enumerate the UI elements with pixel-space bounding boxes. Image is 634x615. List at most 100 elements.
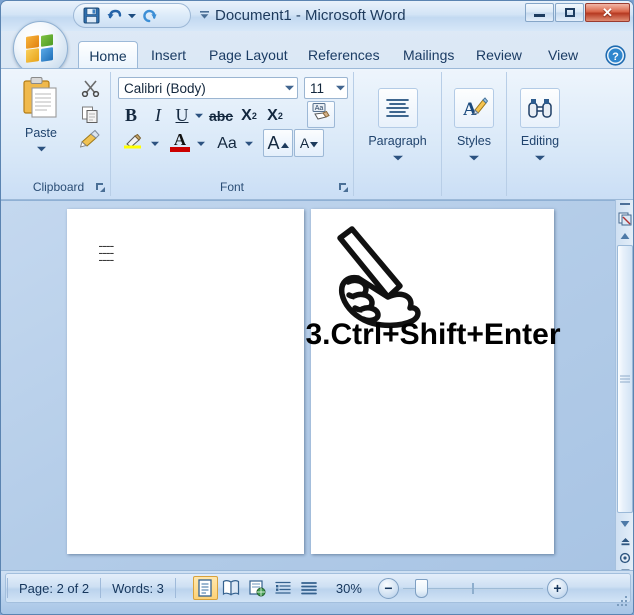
font-color-dropdown-icon[interactable]: [195, 131, 207, 156]
zoom-level-label[interactable]: 30%: [336, 581, 372, 596]
italic-button[interactable]: I: [147, 103, 169, 128]
undo-dropdown-icon[interactable]: [127, 6, 137, 26]
view-outline-button[interactable]: [271, 576, 296, 600]
zoom-out-button[interactable]: −: [378, 578, 399, 599]
font-size-input[interactable]: 11: [304, 77, 348, 99]
paragraph-lines-icon: [378, 88, 418, 128]
highlight-dropdown-icon[interactable]: [149, 131, 161, 156]
view-full-screen-reading-button[interactable]: [219, 576, 244, 600]
shrink-font-button[interactable]: A: [294, 129, 324, 157]
bold-label: B: [125, 105, 137, 126]
text-highlight-button[interactable]: [119, 131, 147, 156]
editing-label: Editing: [521, 134, 559, 148]
superscript-button[interactable]: X2: [263, 103, 287, 128]
view-buttons: [193, 576, 322, 600]
scroll-up-button[interactable]: [617, 228, 633, 244]
status-bar-inner: Page: 2 of 2 Words: 3: [5, 573, 631, 603]
page-indicator[interactable]: Page: 2 of 2: [9, 581, 99, 596]
scrollbar-thumb[interactable]: [617, 245, 633, 513]
clipboard-dialog-launcher[interactable]: [94, 181, 106, 193]
help-icon[interactable]: ?: [605, 45, 626, 66]
document-canvas[interactable]: ▬▬▬▬ ▬▬▬▬ ▬▬▬▬: [1, 200, 634, 572]
zoom-slider-thumb[interactable]: [415, 579, 428, 598]
styles-a-pencil-icon: A: [454, 88, 494, 128]
undo-icon[interactable]: [104, 6, 125, 26]
status-divider: [7, 578, 8, 598]
styles-button[interactable]: A Styles: [442, 76, 506, 166]
underline-dropdown-icon[interactable]: [193, 103, 205, 128]
zoom-slider-track[interactable]: [403, 578, 543, 599]
change-case-dropdown-icon[interactable]: [243, 131, 255, 156]
circle-browse-icon: [619, 552, 631, 564]
tab-mailings[interactable]: Mailings: [394, 41, 463, 69]
font-name-value: Calibri (Body): [124, 81, 206, 96]
binoculars-icon: [520, 88, 560, 128]
triangle-up-icon: [620, 232, 630, 240]
clear-formatting-icon: Aa: [311, 102, 331, 127]
vertical-scrollbar[interactable]: [615, 200, 633, 572]
strikethrough-label: abc: [209, 108, 233, 124]
scroll-down-button[interactable]: [617, 516, 633, 532]
paste-label: Paste: [25, 126, 57, 140]
close-button[interactable]: ✕: [585, 3, 630, 22]
tab-references[interactable]: References: [299, 41, 389, 69]
underline-button[interactable]: U: [171, 103, 193, 128]
bold-button[interactable]: B: [119, 103, 143, 128]
triangle-down-icon: [620, 520, 630, 528]
paragraph-label: Paragraph: [368, 134, 426, 148]
paragraph-button[interactable]: Paragraph: [354, 76, 441, 166]
copy-icon: [81, 105, 100, 129]
strikethrough-button[interactable]: abc: [208, 103, 234, 128]
change-case-button[interactable]: Aa: [212, 131, 242, 156]
cut-button[interactable]: [77, 78, 103, 102]
title-bar: Document1 - Microsoft Word ✕: [1, 1, 634, 31]
grow-font-button[interactable]: A: [263, 129, 293, 157]
tab-page-layout[interactable]: Page Layout: [200, 41, 297, 69]
minimize-button[interactable]: [525, 3, 554, 22]
editing-button[interactable]: Editing: [507, 76, 573, 166]
format-painter-button[interactable]: [77, 129, 103, 153]
triangle-up-icon: [281, 133, 289, 154]
status-bar: Page: 2 of 2 Words: 3: [1, 570, 634, 614]
tiny-line-1: ▬▬▬▬: [99, 243, 114, 250]
select-browse-object-icon[interactable]: [617, 209, 633, 227]
save-icon[interactable]: [81, 6, 102, 26]
subscript-button[interactable]: X2: [237, 103, 261, 128]
zoom-slider-midpoint: [472, 583, 474, 594]
tab-view[interactable]: View: [539, 41, 587, 69]
ribbon-group-styles: A Styles: [442, 72, 507, 196]
chevron-down-icon: [37, 139, 46, 157]
customize-quick-access-icon[interactable]: [197, 7, 211, 23]
paste-button[interactable]: Paste: [13, 76, 69, 154]
tab-home[interactable]: Home: [78, 41, 138, 69]
redo-icon[interactable]: [139, 6, 160, 26]
copy-button[interactable]: [77, 105, 103, 129]
print-layout-icon: [196, 579, 214, 597]
document-page-2[interactable]: 3.Ctrl+Shift+Enter: [311, 209, 554, 554]
view-web-layout-button[interactable]: [245, 576, 270, 600]
view-print-layout-button[interactable]: [193, 576, 218, 600]
font-dialog-launcher[interactable]: [337, 181, 349, 193]
font-name-input[interactable]: Calibri (Body): [118, 77, 298, 99]
tab-review[interactable]: Review: [467, 41, 531, 69]
outline-icon: [274, 579, 292, 597]
previous-page-button[interactable]: [617, 534, 633, 550]
tab-review-label: Review: [476, 47, 522, 63]
tab-insert[interactable]: Insert: [142, 41, 195, 69]
scissors-icon: [81, 78, 100, 102]
font-color-button[interactable]: A: [167, 129, 193, 154]
zoom-in-button[interactable]: +: [547, 578, 568, 599]
document-page-1[interactable]: ▬▬▬▬ ▬▬▬▬ ▬▬▬▬: [67, 209, 304, 554]
superscript-sup: 2: [278, 111, 283, 121]
word-count[interactable]: Words: 3: [102, 581, 174, 596]
view-draft-button[interactable]: [297, 576, 322, 600]
maximize-button[interactable]: [555, 3, 584, 22]
clear-formatting-button[interactable]: Aa: [307, 101, 335, 128]
chevron-down-icon[interactable]: [336, 78, 345, 98]
svg-text:?: ?: [612, 51, 619, 63]
split-bar-icon[interactable]: [617, 200, 633, 209]
chevron-down-icon[interactable]: [285, 78, 294, 98]
select-browse-object-button[interactable]: [617, 550, 633, 566]
draft-icon: [300, 579, 318, 597]
resize-grip-icon[interactable]: [616, 596, 630, 610]
